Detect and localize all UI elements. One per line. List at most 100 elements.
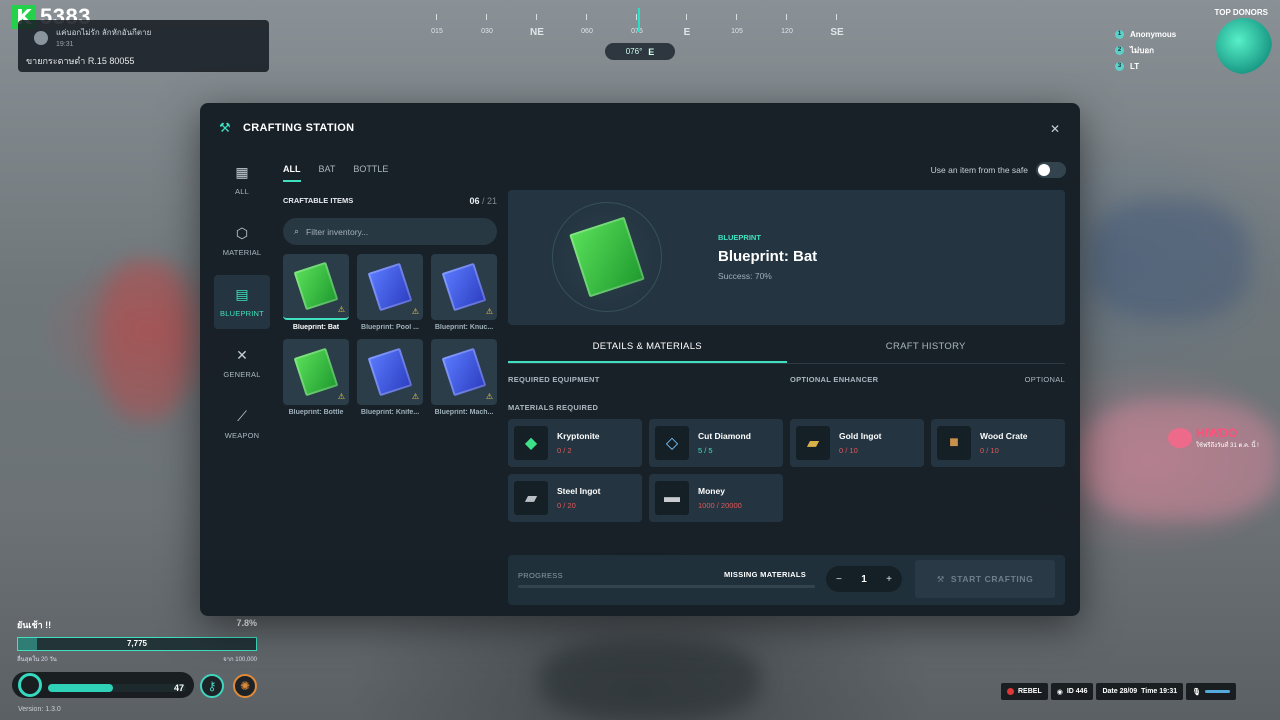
notification-time: 19:31 [56, 41, 74, 48]
warning-icon: ⚠ [411, 392, 419, 401]
tab-craft-history[interactable]: CRAFT HISTORY [787, 334, 1066, 363]
steel-ingot-icon: ▰ [514, 481, 548, 515]
category-all[interactable]: ▦ ALL [214, 153, 270, 207]
missing-materials-label: MISSING MATERIALS [724, 570, 807, 579]
top-donors: TOP DONORS 1 Anonymous 2 ไม่บอก 3 LT [1112, 6, 1276, 76]
heading-readout: 076° E [605, 43, 675, 60]
safe-toggle[interactable] [1036, 162, 1066, 178]
item-count: 06 / 21 [469, 196, 497, 206]
blueprint-icon: ▤ [235, 285, 249, 302]
brain-icon: ✺ [233, 674, 257, 698]
selected-type: BLUEPRINT [718, 233, 761, 242]
sponsor-ad: HIWDO ใช้ฟรีถึงวันที่ 31 ต.ค. นี้ ! [1168, 426, 1259, 450]
tab-details-materials[interactable]: DETAILS & MATERIALS [508, 334, 787, 363]
detail-tabs: DETAILS & MATERIALS CRAFT HISTORY [508, 334, 1065, 364]
health-ring-icon [18, 673, 42, 697]
category-weapon[interactable]: ⟋ WEAPON [214, 397, 270, 451]
money-icon: ▬ [655, 481, 689, 515]
compass-label: E [683, 27, 691, 38]
material-qty: 1000 / 20000 [698, 501, 742, 510]
category-label: WEAPON [224, 430, 260, 440]
count-total: / 21 [481, 196, 497, 206]
material-qty: 0 / 2 [557, 446, 572, 455]
tab-bat[interactable]: BAT [319, 164, 336, 182]
search-input[interactable] [306, 226, 477, 237]
increment-button[interactable]: + [886, 574, 892, 585]
item-card[interactable]: ⚠ Blueprint: Knuc... [431, 254, 497, 331]
voice-level [1205, 690, 1231, 693]
start-crafting-label: START CRAFTING [950, 574, 1034, 584]
compass-label: SE [830, 27, 844, 38]
crate-icon: ■ [937, 426, 971, 460]
blueprint-blue-icon [367, 347, 413, 397]
optional-label: OPTIONAL [1024, 375, 1065, 384]
tab-all[interactable]: ALL [283, 164, 301, 182]
category-general[interactable]: ✕ GENERAL [214, 336, 270, 390]
material-name: Gold Ingot [839, 431, 882, 441]
heading-direction: E [648, 46, 655, 57]
time-label: Time 19:31 [1141, 688, 1178, 695]
health-value: 47 [173, 683, 184, 693]
start-crafting-button[interactable]: ⚒ START CRAFTING [915, 560, 1055, 598]
category-material[interactable]: ⬡ MATERIAL [214, 214, 270, 268]
progress-bar [518, 585, 815, 588]
compass-label: 075 [631, 28, 643, 35]
mic-icon: 🎙 [1192, 688, 1202, 696]
material-name: Cut Diamond [698, 431, 751, 441]
blueprint-green-icon [293, 347, 339, 397]
material-name: Steel Ingot [557, 486, 601, 496]
user-icon: ◉ [1056, 688, 1063, 696]
craft-footer: PROGRESS MISSING MATERIALS − 1 + ⚒ START… [508, 555, 1065, 605]
version-label: Version: 1.3.0 [18, 706, 61, 713]
xp-panel: ยันเช้า !! 7.8% 7,775 ลื่นสุดใน 20 วัน จ… [17, 618, 257, 664]
item-card[interactable]: ⚠ Blueprint: Knife... [357, 339, 423, 416]
optional-enhancer-label: OPTIONAL ENHANCER [790, 375, 879, 384]
compass: 015 030 NE 060 075 E 105 120 SE [420, 8, 860, 38]
item-name: Blueprint: Bottle [288, 409, 344, 416]
compass-label: 030 [481, 28, 493, 35]
hammer-icon: ⚒ [936, 573, 945, 584]
craftable-label: CRAFTABLE ITEMS [283, 196, 354, 205]
xp-bar: 7,775 [17, 637, 257, 651]
material-qty: 0 / 10 [839, 446, 858, 455]
category-label: BLUEPRINT [220, 308, 264, 318]
donor-item: 3 LT [1115, 58, 1176, 74]
materials-required-label: MATERIALS REQUIRED [508, 403, 599, 412]
kryptonite-icon: ◆ [514, 426, 548, 460]
blueprint-blue-icon [441, 262, 487, 312]
material-card: ◇ Cut Diamond 5 / 5 [649, 419, 783, 467]
category-blueprint[interactable]: ▤ BLUEPRINT [214, 275, 270, 329]
material-qty: 0 / 10 [980, 446, 999, 455]
material-name: Money [698, 486, 725, 496]
hammer-icon: ⚒ [219, 120, 231, 135]
close-icon[interactable]: ✕ [1050, 122, 1060, 136]
bat-icon: ⟋ [237, 407, 247, 424]
blueprint-green-icon [569, 216, 645, 298]
donor-name: ไม่บอก [1130, 45, 1155, 55]
item-grid: ⚠ Blueprint: Bat ⚠ Blueprint: Pool ... ⚠ Bl… [283, 254, 499, 416]
faction-chip: REBEL [1001, 683, 1048, 700]
faction-label: REBEL [1018, 688, 1042, 695]
item-card[interactable]: ⚠ Blueprint: Mach... [431, 339, 497, 416]
donor-name: Anonymous [1130, 29, 1177, 39]
material-card: ▰ Gold Ingot 0 / 10 [790, 419, 924, 467]
id-label: ID 446 [1066, 688, 1088, 695]
item-card[interactable]: ⚠ Blueprint: Bat [283, 254, 349, 331]
item-card[interactable]: ⚠ Blueprint: Bottle [283, 339, 349, 416]
tab-bottle[interactable]: BOTTLE [353, 164, 388, 182]
donor-item: 2 ไม่บอก [1115, 42, 1176, 58]
material-card: ■ Wood Crate 0 / 10 [931, 419, 1065, 467]
xp-percent: 7.8% [236, 618, 257, 628]
pig-icon [1168, 428, 1192, 448]
compass-label: NE [530, 27, 544, 38]
xp-left-note: ลื่นสุดใน 20 วัน [17, 657, 57, 663]
decrement-button[interactable]: − [836, 574, 842, 585]
category-label: GENERAL [223, 369, 261, 379]
id-chip: ◉ ID 446 [1050, 683, 1094, 700]
warning-icon: ⚠ [485, 392, 493, 401]
item-card[interactable]: ⚠ Blueprint: Pool ... [357, 254, 423, 331]
item-name: Blueprint: Bat [292, 324, 340, 331]
equipment-row: REQUIRED EQUIPMENT OPTIONAL ENHANCER OPT… [508, 375, 1065, 384]
compass-marker [638, 8, 640, 32]
avatar [34, 31, 48, 45]
